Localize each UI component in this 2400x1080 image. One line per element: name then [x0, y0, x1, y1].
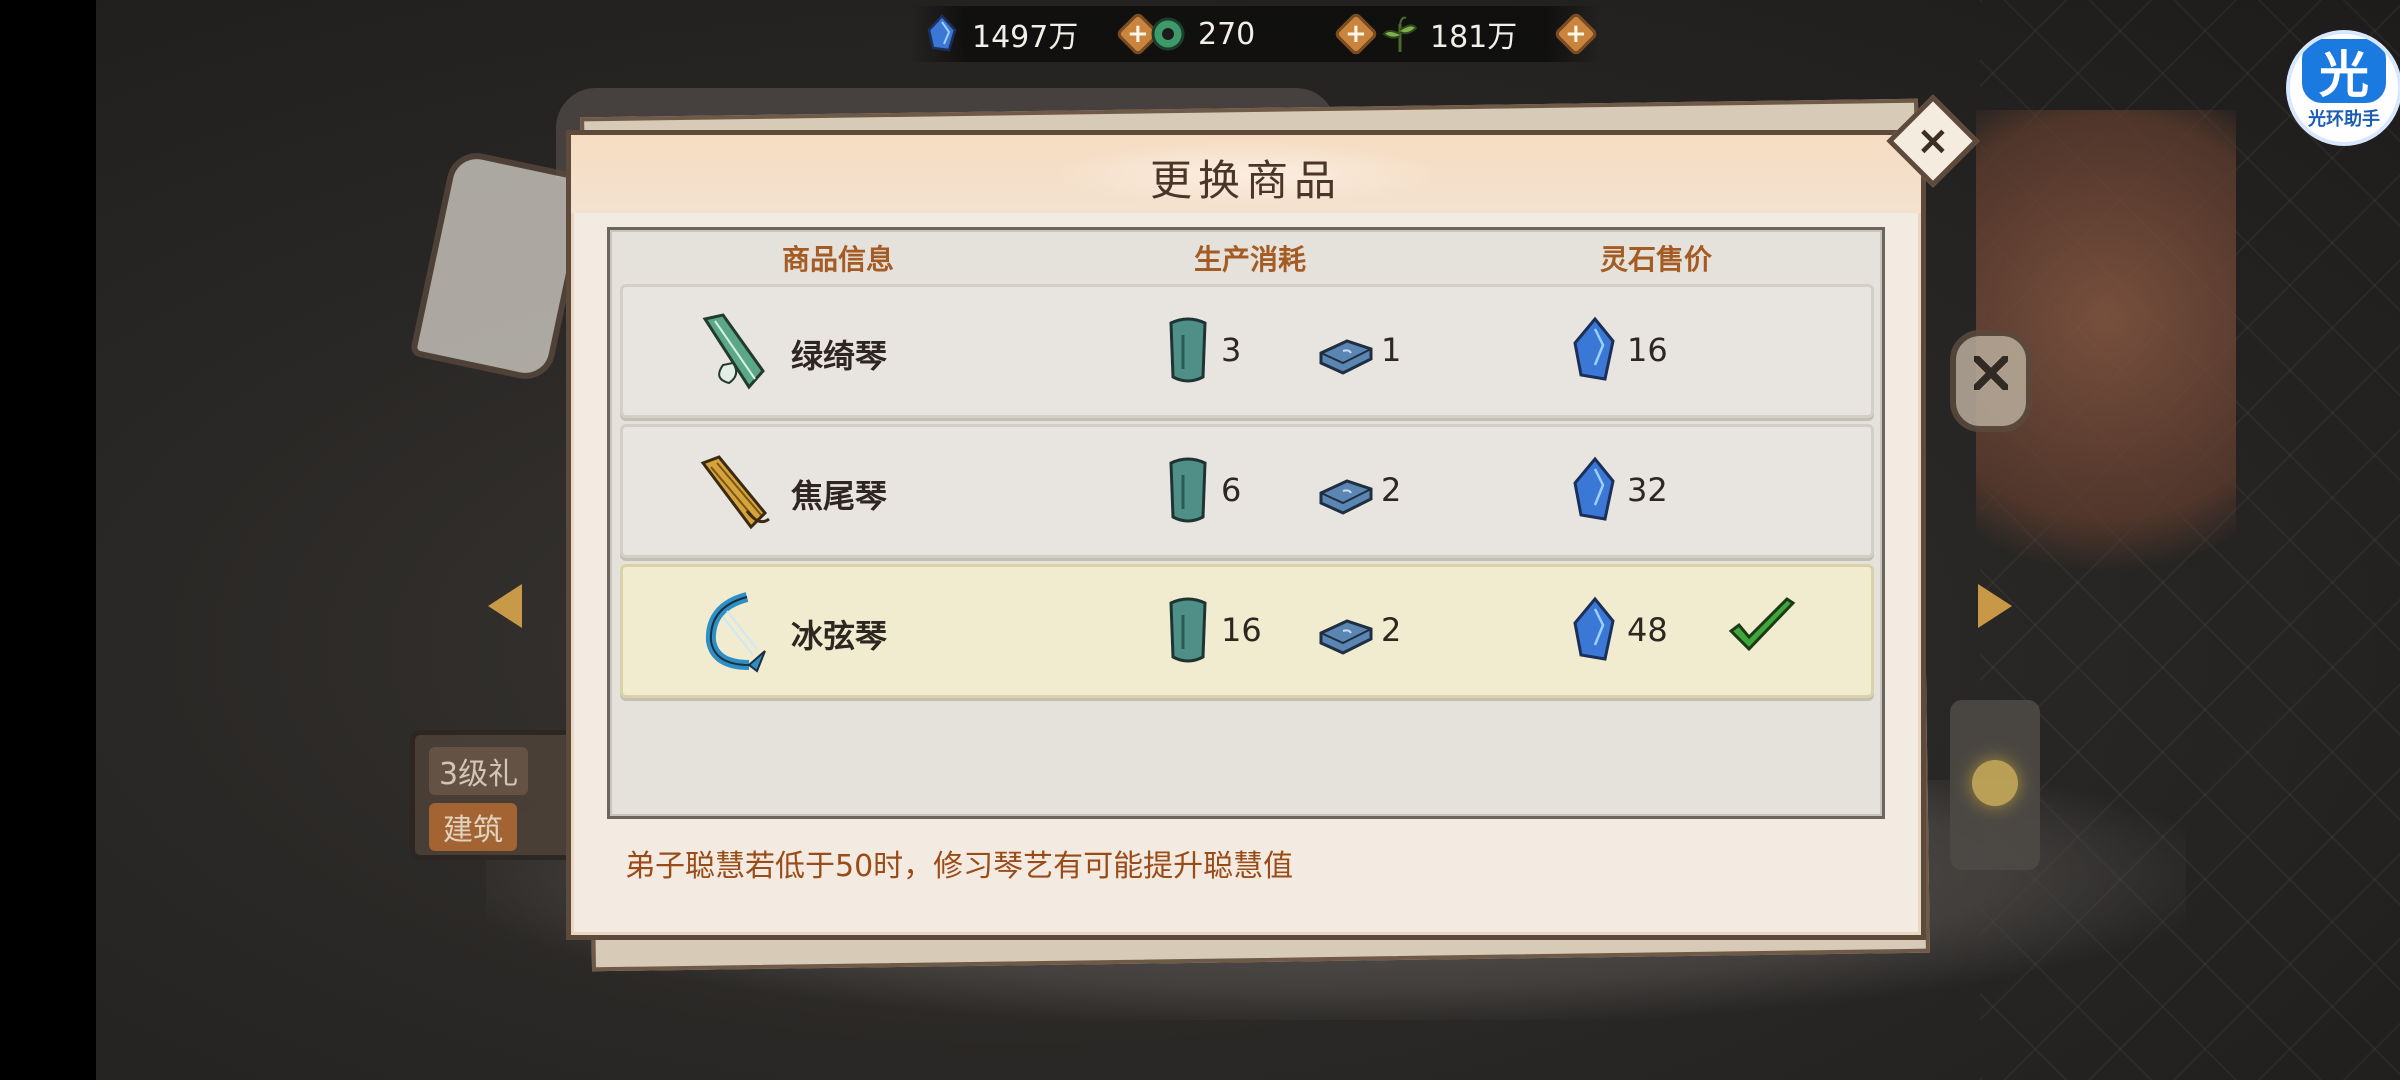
herb-count: 181万: [1430, 20, 1518, 55]
add-jade-ring-button[interactable]: +: [1333, 11, 1379, 57]
resource-herb: 181万 +: [1380, 11, 1599, 57]
wood-log-icon: [1169, 317, 1207, 383]
plus-icon: +: [1565, 18, 1587, 49]
resource-spirit-stone: 1497万 +: [922, 11, 1161, 57]
green-qin-icon: [702, 313, 765, 390]
product-name: 冰弦琴: [791, 617, 888, 655]
spirit-stone-icon: [1573, 456, 1615, 521]
iron-cost: 2: [1381, 471, 1402, 509]
plus-icon: +: [1345, 18, 1367, 49]
resource-bar: 1497万 + 270 + 181万 +: [910, 6, 1600, 62]
product-name: 绿绮琴: [791, 337, 888, 375]
plus-icon: +: [1127, 18, 1149, 49]
assistant-logo: 光: [2302, 39, 2386, 104]
spirit-stone-icon: [1573, 316, 1615, 381]
spirit-stone-icon: [922, 14, 962, 54]
burnt-tail-qin-icon: [700, 455, 770, 530]
wood-cost: 6: [1221, 471, 1242, 509]
change-product-dialog: 更换商品 商品信息 生产消耗 灵石售价 绿绮琴 3 1 16 焦尾琴 6 2 3…: [566, 130, 1926, 940]
lantern-close-icon: [1950, 330, 2032, 432]
product-row-2[interactable]: 焦尾琴 6 2 32: [620, 424, 1874, 558]
product-row-1[interactable]: 绿绮琴 3 1 16: [620, 284, 1874, 418]
wood-log-icon: [1169, 457, 1207, 523]
product-table: 商品信息 生产消耗 灵石售价 绿绮琴 3 1 16 焦尾琴 6 2 32 冰弦琴…: [607, 227, 1885, 819]
wood-cost: 3: [1221, 331, 1242, 369]
add-herb-button[interactable]: +: [1553, 11, 1599, 57]
scroll-right-arrow-icon[interactable]: [1978, 584, 2012, 628]
build-button[interactable]: 建筑: [429, 803, 517, 851]
dialog-header: 更换商品: [571, 135, 1921, 213]
iron-ingot-icon: [1319, 619, 1373, 655]
building-level-label: 3级礼: [429, 747, 529, 795]
product-price: 16: [1627, 331, 1668, 369]
close-icon: ×: [1916, 117, 1950, 164]
jade-ring-icon: [1148, 14, 1188, 54]
jade-ring-count: 270: [1198, 16, 1256, 52]
column-header-info: 商品信息: [782, 243, 895, 276]
scroll-left-arrow-icon[interactable]: [488, 584, 522, 628]
ice-string-qin-icon: [705, 592, 766, 673]
assistant-label: 光环助手: [2308, 109, 2380, 130]
column-header-price: 灵石售价: [1600, 243, 1713, 276]
stone-lantern: [1950, 700, 2040, 870]
product-price: 32: [1627, 471, 1668, 509]
hint-text: 弟子聪慧若低于50时，修习琴艺有可能提升聪慧值: [625, 849, 1294, 884]
selected-check-icon: [1728, 597, 1796, 652]
wood-cost: 16: [1221, 611, 1262, 649]
iron-ingot-icon: [1319, 479, 1373, 515]
column-header-cost: 生产消耗: [1194, 243, 1307, 276]
resource-jade-ring: 270 +: [1148, 11, 1379, 57]
dialog-title: 更换商品: [1149, 156, 1342, 205]
assistant-badge[interactable]: 光 光环助手: [2290, 34, 2398, 142]
spirit-stone-count: 1497万: [972, 20, 1079, 55]
herb-icon: [1380, 14, 1420, 54]
product-row-3[interactable]: 冰弦琴 16 2 48: [620, 564, 1874, 698]
spirit-stone-icon: [1573, 596, 1615, 661]
iron-cost: 1: [1381, 331, 1402, 369]
wood-log-icon: [1169, 597, 1207, 663]
iron-ingot-icon: [1319, 339, 1373, 375]
iron-cost: 2: [1381, 611, 1402, 649]
product-price: 48: [1627, 611, 1668, 649]
product-name: 焦尾琴: [791, 477, 888, 515]
